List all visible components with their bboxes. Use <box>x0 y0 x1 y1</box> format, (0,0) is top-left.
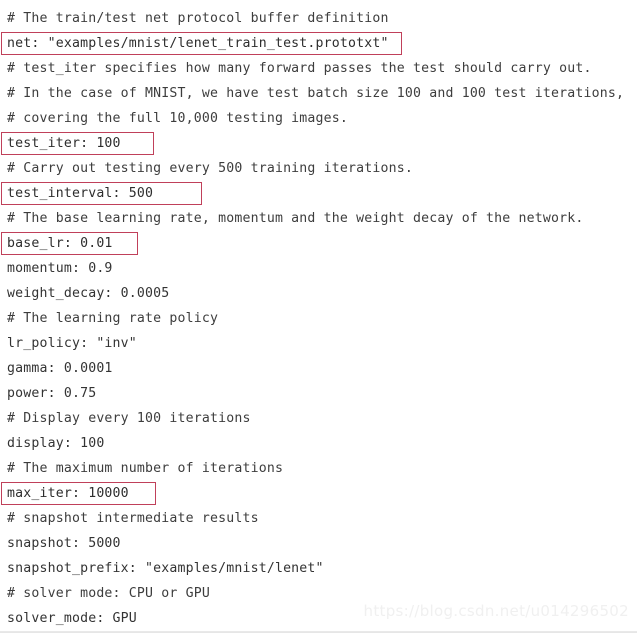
code-line-text: # Display every 100 iterations <box>7 411 251 426</box>
code-line-text: snapshot: 5000 <box>7 536 121 551</box>
code-line-text: momentum: 0.9 <box>7 261 113 276</box>
code-line[interactable]: power: 0.75 <box>0 381 637 406</box>
code-line-text: # snapshot intermediate results <box>7 511 259 526</box>
code-line-text: # covering the full 10,000 testing image… <box>7 111 349 126</box>
code-line[interactable]: # test_iter specifies how many forward p… <box>0 56 637 81</box>
code-line[interactable]: weight_decay: 0.0005 <box>0 281 637 306</box>
code-line-text: max_iter: 10000 <box>7 486 129 501</box>
code-line-text: weight_decay: 0.0005 <box>7 286 170 301</box>
code-line-text: # Carry out testing every 500 training i… <box>7 161 413 176</box>
code-line[interactable]: # The train/test net protocol buffer def… <box>0 6 637 31</box>
code-line[interactable]: # covering the full 10,000 testing image… <box>0 106 637 131</box>
code-line[interactable]: # In the case of MNIST, we have test bat… <box>0 81 637 106</box>
code-line[interactable]: lr_policy: "inv" <box>0 331 637 356</box>
code-line[interactable]: # The base learning rate, momentum and t… <box>0 206 637 231</box>
code-line[interactable]: gamma: 0.0001 <box>0 356 637 381</box>
code-line-text: gamma: 0.0001 <box>7 361 113 376</box>
code-line-text: base_lr: 0.01 <box>7 236 113 251</box>
code-line[interactable]: # snapshot intermediate results <box>0 506 637 531</box>
code-line-text: # The train/test net protocol buffer def… <box>7 11 389 26</box>
code-line-highlighted[interactable]: max_iter: 10000 <box>0 481 637 506</box>
code-line[interactable]: # The learning rate policy <box>0 306 637 331</box>
code-line-text: power: 0.75 <box>7 386 97 401</box>
code-block[interactable]: # The train/test net protocol buffer def… <box>0 0 637 631</box>
code-line-highlighted[interactable]: test_interval: 500 <box>0 181 637 206</box>
code-line-text: snapshot_prefix: "examples/mnist/lenet" <box>7 561 324 576</box>
code-line-text: test_interval: 500 <box>7 186 154 201</box>
code-line[interactable]: snapshot_prefix: "examples/mnist/lenet" <box>0 556 637 581</box>
code-line-highlighted[interactable]: base_lr: 0.01 <box>0 231 637 256</box>
code-line-highlighted[interactable]: net: "examples/mnist/lenet_train_test.pr… <box>0 31 637 56</box>
code-line-text: display: 100 <box>7 436 105 451</box>
bottom-divider <box>0 631 637 632</box>
code-line[interactable]: # Carry out testing every 500 training i… <box>0 156 637 181</box>
code-line-text: # The base learning rate, momentum and t… <box>7 211 584 226</box>
code-line[interactable]: momentum: 0.9 <box>0 256 637 281</box>
solver-prototxt-viewer: # The train/test net protocol buffer def… <box>0 0 637 633</box>
code-line[interactable]: snapshot: 5000 <box>0 531 637 556</box>
code-line-text: # solver mode: CPU or GPU <box>7 586 210 601</box>
code-line-text: # The maximum number of iterations <box>7 461 284 476</box>
code-line[interactable]: # The maximum number of iterations <box>0 456 637 481</box>
code-line-highlighted[interactable]: test_iter: 100 <box>0 131 637 156</box>
watermark-text: https://blog.csdn.net/u014296502 <box>363 602 629 620</box>
code-line[interactable]: # Display every 100 iterations <box>0 406 637 431</box>
code-line-text: # In the case of MNIST, we have test bat… <box>7 86 625 101</box>
code-line-text: solver_mode: GPU <box>7 611 137 626</box>
code-line-text: # test_iter specifies how many forward p… <box>7 61 592 76</box>
code-line-text: test_iter: 100 <box>7 136 121 151</box>
code-line[interactable]: display: 100 <box>0 431 637 456</box>
code-line-text: lr_policy: "inv" <box>7 336 137 351</box>
code-line-text: net: "examples/mnist/lenet_train_test.pr… <box>7 36 389 51</box>
code-line-text: # The learning rate policy <box>7 311 219 326</box>
